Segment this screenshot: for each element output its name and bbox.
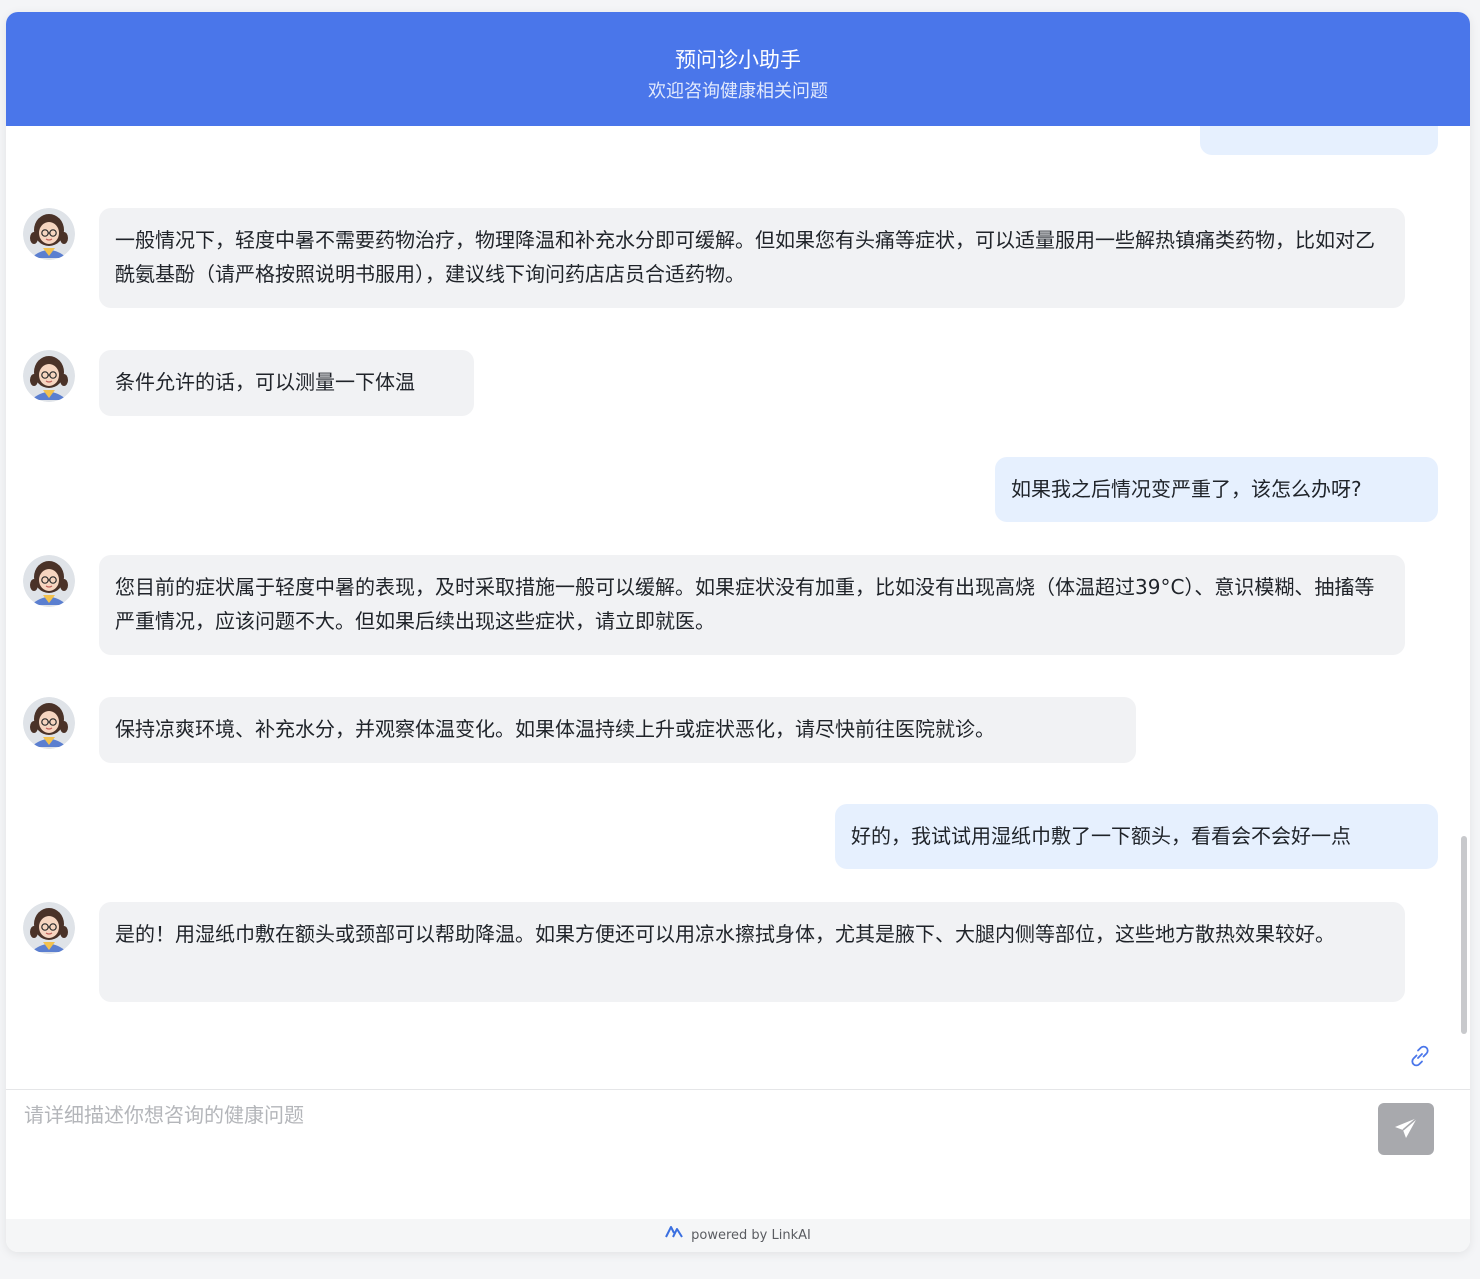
message-list[interactable]: 一般情况下，轻度中暑不需要药物治疗，物理降温和补充水分即可缓解。但如果您有头痛等… — [6, 126, 1470, 1088]
page-title: 预问诊小助手 — [675, 48, 801, 72]
assistant-avatar-icon — [23, 697, 75, 749]
scrollbar[interactable] — [1461, 836, 1467, 1034]
send-icon — [1395, 1117, 1418, 1138]
message-bubble-user: 好的，我试试用湿纸巾敷了一下额头，看看会不会好一点 — [835, 804, 1438, 869]
header: 预问诊小助手 欢迎咨询健康相关问题 — [6, 12, 1470, 126]
message-bubble-user: 如果我之后情况变严重了，该怎么办呀? — [995, 457, 1438, 522]
message-bubble-bot: 一般情况下，轻度中暑不需要药物治疗，物理降温和补充水分即可缓解。但如果您有头痛等… — [99, 208, 1405, 308]
message-bubble-bot: 是的！用湿纸巾敷在额头或颈部可以帮助降温。如果方便还可以用凉水擦拭身体，尤其是腋… — [99, 902, 1405, 1002]
link-icon[interactable] — [1406, 1042, 1434, 1070]
assistant-avatar-icon — [23, 555, 75, 607]
input-area — [6, 1089, 1470, 1220]
page-subtitle: 欢迎咨询健康相关问题 — [648, 81, 828, 102]
assistant-avatar-icon — [23, 902, 75, 954]
message-bubble-bot: 条件允许的话，可以测量一下体温 — [99, 350, 474, 416]
send-button[interactable] — [1378, 1103, 1434, 1155]
linkai-logo-icon — [665, 1218, 683, 1251]
message-bubble-user-partial — [1200, 126, 1438, 155]
message-bubble-bot: 保持凉爽环境、补充水分，并观察体温变化。如果体温持续上升或症状恶化，请尽快前往医… — [99, 697, 1136, 763]
chat-window: 预问诊小助手 欢迎咨询健康相关问题 一般情况下，轻度中暑不需要药物治疗，物理降温… — [6, 12, 1470, 1252]
question-input[interactable] — [22, 1098, 1366, 1202]
footer-text: powered by LinkAI — [691, 1228, 811, 1243]
message-bubble-bot: 您目前的症状属于轻度中暑的表现，及时采取措施一般可以缓解。如果症状没有加重，比如… — [99, 555, 1405, 655]
footer: powered by LinkAI — [6, 1219, 1470, 1252]
assistant-avatar-icon — [23, 208, 75, 260]
assistant-avatar-icon — [23, 350, 75, 402]
